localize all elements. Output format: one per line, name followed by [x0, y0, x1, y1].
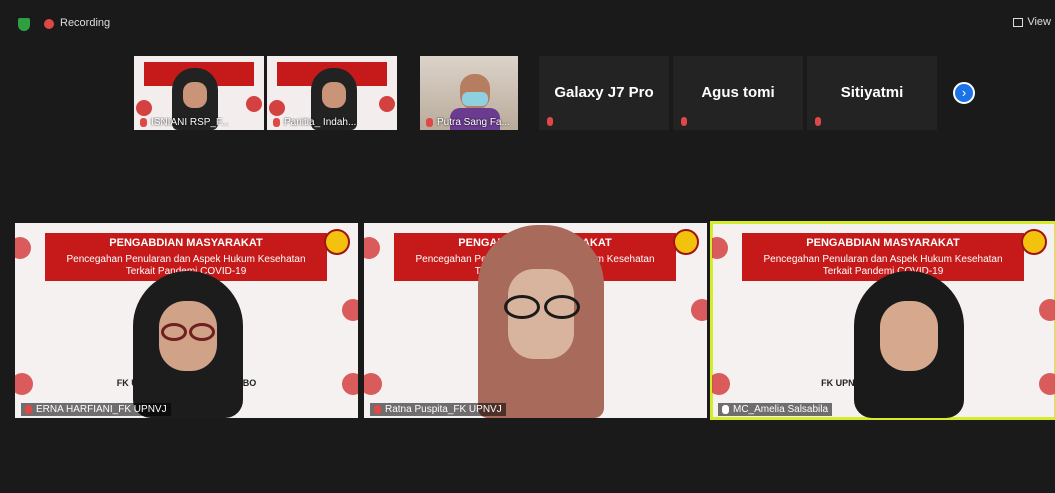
mic-muted-icon: [140, 117, 147, 127]
virus-icon: [364, 237, 380, 259]
view-label: View: [1027, 16, 1051, 28]
virus-icon: [269, 100, 285, 116]
mic-muted-icon: [547, 117, 553, 126]
virus-icon: [15, 237, 31, 259]
mic-muted-icon: [426, 117, 433, 127]
mic-muted-icon: [681, 117, 687, 126]
meeting-top-bar: Recording View: [0, 0, 1055, 40]
video-tile[interactable]: PENGABDIAN MASYARAKAT Pencegahan Penular…: [364, 223, 707, 418]
mic-icon: [722, 404, 729, 414]
video-tile[interactable]: PENGABDIAN MASYARAKAT Pencegahan Penular…: [15, 223, 358, 418]
participant-name: Putra Sang Fa...: [426, 117, 510, 128]
virus-icon: [136, 100, 152, 116]
university-logo: [1021, 229, 1047, 255]
participant-video: [115, 271, 261, 418]
participant-name: Galaxy J7 Pro: [554, 84, 654, 101]
video-tile-active-speaker[interactable]: PENGABDIAN MASYARAKAT Pencegahan Penular…: [710, 221, 1055, 420]
participant-name: Sitiyatmi: [840, 84, 904, 101]
participant-thumbnail[interactable]: ISNIANI RSP_F...: [134, 56, 264, 130]
participant-thumbnail[interactable]: Putra Sang Fa...: [420, 56, 518, 130]
university-logo: [324, 229, 350, 255]
participant-thumbnail[interactable]: Panitia_ Indah...: [267, 56, 397, 130]
participant-video: [468, 225, 614, 418]
view-button[interactable]: View: [1013, 16, 1051, 28]
virus-icon: [691, 299, 707, 321]
mic-muted-icon: [25, 404, 32, 414]
recording-label: Recording: [60, 17, 111, 29]
participant-thumbnail[interactable]: Galaxy J7 Pro: [539, 56, 669, 130]
virus-icon: [342, 299, 358, 321]
virus-icon: [246, 96, 262, 112]
university-logo: [673, 229, 699, 255]
participant-thumbnail[interactable]: Sitiyatmi: [807, 56, 937, 130]
virus-icon: [1039, 299, 1055, 321]
view-layout-icon: [1013, 17, 1024, 27]
participant-name: Agus tomi: [701, 84, 775, 101]
shield-check-icon[interactable]: [18, 18, 30, 31]
participant-video: [836, 271, 982, 418]
record-dot-icon: [44, 19, 54, 29]
participant-name: Ratna Puspita_FK UPNVJ: [370, 403, 506, 416]
participant-name: ERNA HARFIANI_FK UPNVJ: [21, 403, 171, 416]
participant-thumbnail[interactable]: Agus tomi: [673, 56, 803, 130]
slide-title: PENGABDIAN MASYARAKAT: [806, 237, 960, 249]
participant-name: Panitia_ Indah...: [273, 117, 356, 128]
virus-icon: [379, 96, 395, 112]
participant-name: ISNIANI RSP_F...: [140, 117, 229, 128]
participant-name: MC_Amelia Salsabila: [718, 403, 833, 416]
chevron-right-icon[interactable]: ›: [953, 82, 975, 104]
slide-title: PENGABDIAN MASYARAKAT: [109, 237, 263, 249]
mic-muted-icon: [273, 117, 280, 127]
mic-muted-icon: [374, 404, 381, 414]
virus-icon: [712, 237, 728, 259]
mic-muted-icon: [815, 117, 821, 126]
